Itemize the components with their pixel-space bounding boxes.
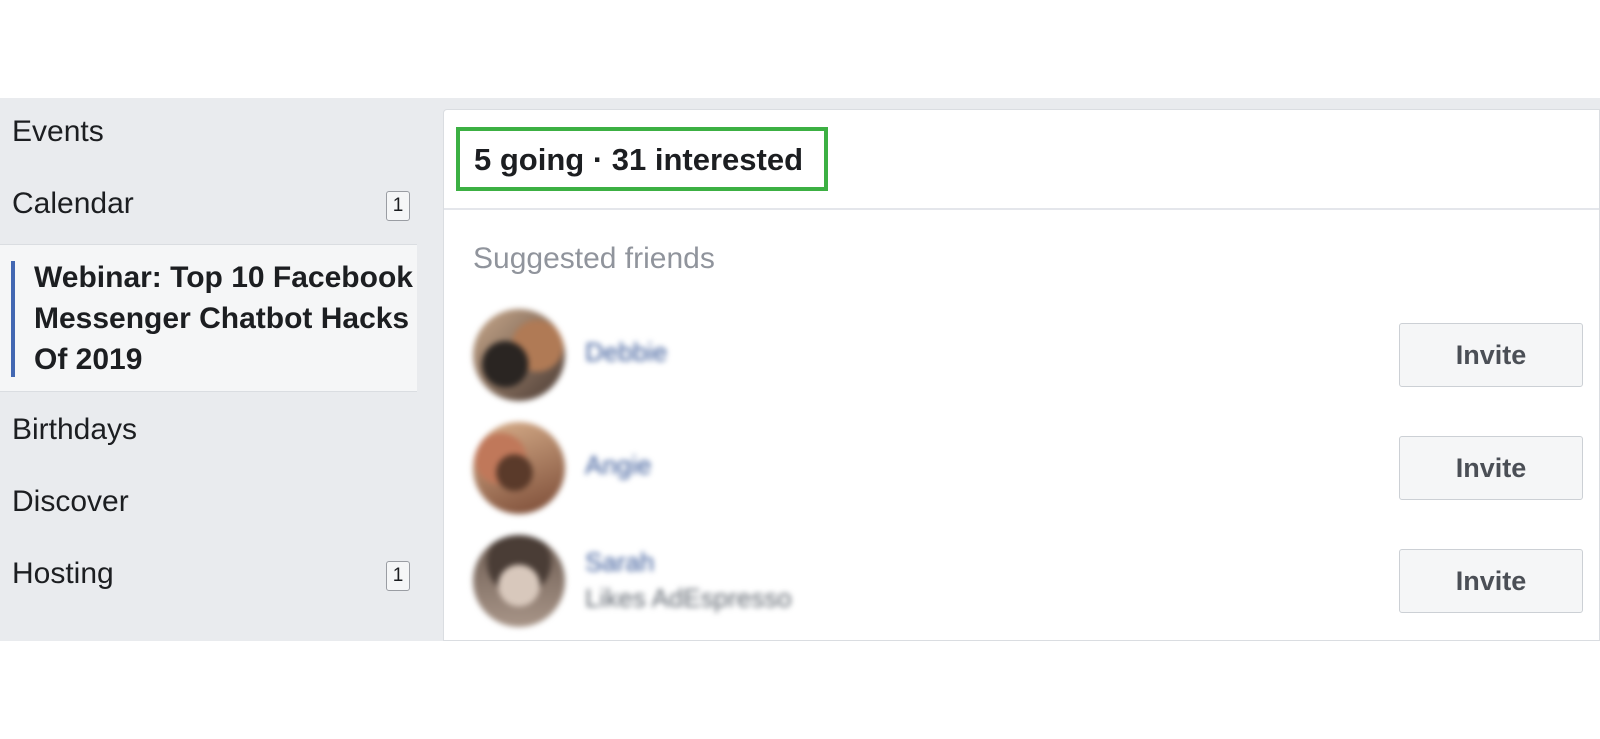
friend-row: Angie Invite [473, 422, 1583, 514]
active-indicator [11, 261, 15, 377]
friend-row: Debbie Invite [473, 309, 1583, 401]
sidebar-item-birthdays[interactable]: Birthdays [12, 410, 410, 450]
avatar[interactable] [473, 535, 565, 627]
friend-mutual-info: Likes AdEspresso [585, 583, 792, 613]
events-page: Events Calendar 1 Webinar: Top 10 Facebo… [0, 98, 1600, 641]
sidebar-item-discover[interactable]: Discover [12, 482, 410, 522]
sidebar-item-label: Webinar: Top 10 Facebook Messenger Chatb… [34, 261, 413, 376]
friend-name[interactable]: Debbie [585, 337, 667, 368]
friend-row: Sarah Likes AdEspresso Invite [473, 535, 1583, 627]
stats-highlight-box: 5 going · 31 interested [456, 127, 828, 191]
calendar-count-badge: 1 [386, 191, 410, 221]
events-sidebar: Events Calendar 1 Webinar: Top 10 Facebo… [0, 98, 420, 641]
avatar[interactable] [473, 422, 565, 514]
friend-name[interactable]: Angie [585, 450, 652, 481]
friend-name[interactable]: Sarah [585, 547, 654, 578]
suggested-friends-title: Suggested friends [473, 242, 715, 275]
invite-button[interactable]: Invite [1399, 436, 1583, 500]
sidebar-item-events[interactable]: Events [12, 112, 410, 152]
sidebar-item-label: Calendar [12, 187, 134, 220]
sidebar-item-hosting[interactable]: Hosting 1 [12, 554, 410, 594]
avatar[interactable] [473, 309, 565, 401]
invite-button[interactable]: Invite [1399, 323, 1583, 387]
sidebar-item-label: Hosting [12, 557, 114, 590]
divider [444, 208, 1599, 210]
sidebar-item-label: Birthdays [12, 413, 138, 446]
invite-button[interactable]: Invite [1399, 549, 1583, 613]
event-guests-panel: 5 going · 31 interested Suggested friend… [443, 109, 1600, 641]
sidebar-item-webinar[interactable]: Webinar: Top 10 Facebook Messenger Chatb… [0, 244, 417, 392]
sidebar-item-label: Discover [12, 485, 129, 518]
sidebar-item-label: Events [12, 115, 104, 148]
hosting-count-badge: 1 [386, 561, 410, 591]
guest-stats[interactable]: 5 going · 31 interested [474, 141, 803, 179]
sidebar-item-calendar[interactable]: Calendar 1 [12, 184, 410, 224]
